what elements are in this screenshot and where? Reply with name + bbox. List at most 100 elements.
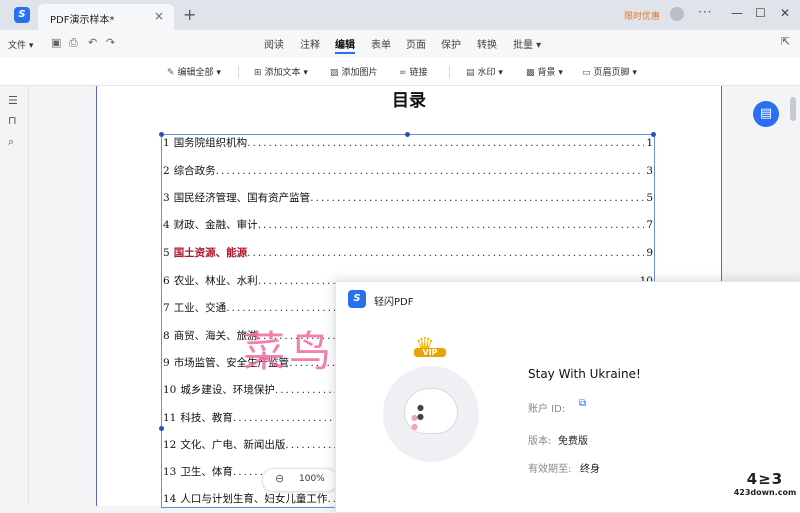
toc-leader-dots: ........................................… (310, 192, 644, 204)
watermark-icon: ▤ (466, 68, 475, 78)
maximize-button[interactable]: ☐ (755, 6, 766, 20)
zoom-level[interactable]: 100% (299, 474, 325, 484)
validity-value: 终身 (580, 464, 600, 475)
toc-text: 文化、广电、新闻出版 (180, 439, 286, 451)
toc-leader-dots: ........................................… (247, 137, 645, 149)
link-icon: ∞ (399, 68, 407, 78)
tab-convert[interactable]: 转换 (477, 36, 497, 51)
vertical-scrollbar[interactable] (790, 97, 796, 121)
popup-title: 轻闪PDF (374, 297, 414, 308)
print-icon[interactable]: ⎙ (69, 36, 78, 50)
zoom-out-icon[interactable]: ⊖ (275, 472, 284, 485)
thumbnails-icon[interactable]: ☰ (8, 94, 18, 107)
toc-number: 3 (163, 192, 170, 204)
divider (238, 66, 239, 78)
toc-page-number: 5 (646, 192, 653, 204)
watermark-button[interactable]: ▤ 水印 ▾ (466, 65, 503, 78)
add-text-button[interactable]: ⊞ 添加文本 ▾ (254, 65, 308, 78)
tab-batch[interactable]: 批量 ▾ (513, 36, 541, 51)
watermark-label: 水印 ▾ (477, 68, 503, 78)
redo-icon[interactable]: ↷ (106, 36, 115, 49)
site-logo: 4≥3 (746, 470, 784, 488)
toc-text: 科技、教育 (180, 412, 233, 424)
add-image-button[interactable]: ▨ 添加图片 (330, 65, 378, 78)
promo-link[interactable]: 限时优惠 (624, 9, 660, 22)
toc-text: 人口与计划生育、妇女儿童工作 (180, 493, 328, 505)
toc-number: 9 (163, 357, 170, 369)
more-icon[interactable]: ··· (698, 5, 712, 19)
undo-icon[interactable]: ↶ (88, 36, 97, 49)
resize-handle[interactable] (159, 426, 164, 431)
search-icon[interactable]: ⌕ (8, 135, 14, 149)
mascot-icon: ● ● ● ● (404, 388, 458, 434)
toc-row[interactable]: 5 国土资源、能源................................… (163, 245, 653, 259)
app-logo-icon: S (348, 290, 366, 308)
toc-number: 13 (163, 466, 177, 478)
toc-number: 10 (163, 384, 177, 396)
tab-page[interactable]: 页面 (406, 36, 426, 51)
toc-text: 工业、交通 (173, 302, 227, 314)
link-label: 链接 (409, 68, 428, 78)
user-avatar-icon[interactable] (670, 7, 684, 21)
toc-number: 7 (163, 302, 170, 314)
file-menu[interactable]: 文件 ▾ (8, 38, 33, 51)
add-text-label: 添加文本 ▾ (264, 68, 308, 78)
toc-text: 国民经济管理、国有资产监管 (173, 192, 311, 204)
active-tab-indicator (335, 52, 355, 54)
minimize-button[interactable]: — (731, 6, 743, 20)
ai-assistant-icon[interactable]: ▤ (753, 101, 779, 127)
toc-number: 14 (163, 493, 177, 505)
app-logo-icon: S (14, 7, 30, 23)
toc-row[interactable]: 4 财政、金融、审计...............................… (163, 217, 653, 231)
toc-number: 6 (163, 275, 170, 287)
edit-all-label: 编辑全部 ▾ (177, 68, 221, 78)
toc-text: 财政、金融、审计 (173, 219, 258, 231)
toc-page-number: 7 (646, 219, 653, 231)
toc-number: 1 (163, 137, 170, 149)
account-id-label: 账户 ID: (528, 404, 566, 415)
edit-icon: ✎ (167, 68, 175, 78)
toc-number: 8 (163, 330, 170, 342)
header-footer-label: 页眉页脚 ▾ (593, 68, 637, 78)
header-footer-icon: ▭ (582, 68, 591, 78)
version-value: 免费版 (558, 436, 588, 447)
toc-leader-dots: ........................................… (215, 165, 645, 177)
header-footer-button[interactable]: ▭ 页眉页脚 ▾ (582, 65, 637, 78)
toc-page-number: 3 (646, 165, 653, 177)
toc-row[interactable]: 3 国民经济管理、国有资产监管..........................… (163, 190, 653, 204)
background-label: 背景 ▾ (537, 68, 563, 78)
toc-text: 卫生、体育 (180, 466, 233, 478)
tab-annotate[interactable]: 注释 (300, 36, 320, 51)
tab-form[interactable]: 表单 (371, 36, 391, 51)
tab-protect[interactable]: 保护 (441, 36, 461, 51)
left-sidebar: ☰ ⊓ ⌕ (0, 86, 29, 506)
background-button[interactable]: ▩ 背景 ▾ (526, 65, 563, 78)
save-icon[interactable]: ▣ (51, 36, 61, 49)
vip-badge: VIP (414, 348, 446, 357)
new-tab-button[interactable]: + (183, 5, 196, 24)
close-window-button[interactable]: ✕ (780, 6, 790, 20)
tab-read[interactable]: 阅读 (264, 36, 284, 51)
document-tab[interactable]: PDF演示样本* × (38, 4, 174, 30)
close-tab-icon[interactable]: × (154, 9, 164, 23)
toc-row[interactable]: 1 国务院组织机构................................… (163, 135, 653, 149)
tab-edit[interactable]: 编辑 (335, 36, 355, 51)
toc-row[interactable]: 2 综合政务...................................… (163, 163, 653, 177)
toc-text: 国土资源、能源 (173, 247, 248, 259)
validity-label: 有效期至: (528, 464, 572, 475)
page-title: 目录 (392, 91, 426, 111)
edit-all-button[interactable]: ✎ 编辑全部 ▾ (167, 65, 221, 78)
toc-leader-dots: ........................................… (257, 219, 645, 231)
toc-number: 11 (163, 412, 177, 424)
toc-text: 综合政务 (173, 165, 216, 177)
site-watermark: 4≥3 423down.com (730, 470, 800, 497)
link-button[interactable]: ∞ 链接 (399, 65, 428, 78)
toc-page-number: 9 (646, 247, 653, 259)
popout-icon[interactable]: ⇱ (781, 35, 790, 48)
bookmark-icon[interactable]: ⊓ (8, 114, 17, 127)
title-bar: S PDF演示样本* × + 限时优惠 ··· — ☐ ✕ (0, 0, 800, 30)
document-tab-title: PDF演示样本* (50, 15, 115, 26)
copy-icon[interactable]: ⧉ (579, 398, 586, 409)
greeting-text: Stay With Ukraine! (528, 367, 641, 381)
divider (449, 66, 450, 78)
